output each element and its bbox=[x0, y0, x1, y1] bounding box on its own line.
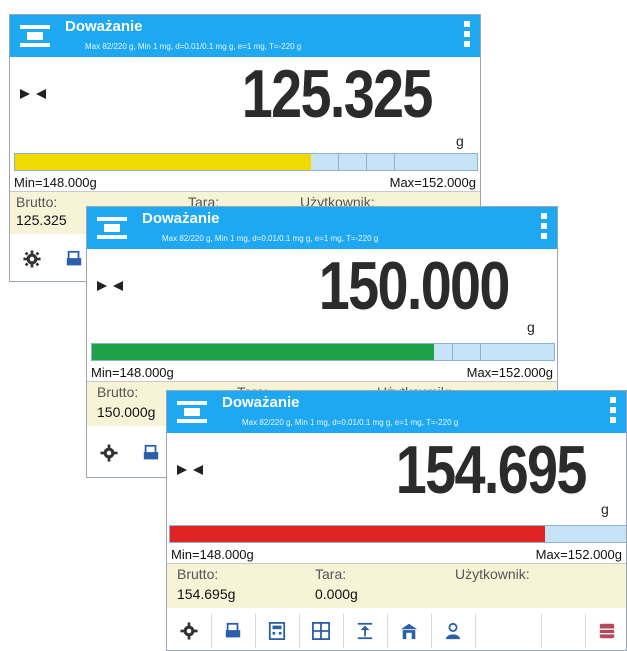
toolbar bbox=[167, 610, 626, 650]
stability-icon bbox=[97, 281, 123, 291]
printer-icon bbox=[143, 444, 159, 460]
title-bar: Doważanie Max 82/220 g, Min 1 mg, d=0.01… bbox=[10, 15, 480, 57]
screen-3: Doważanie Max 82/220 g, Min 1 mg, d=0.01… bbox=[166, 390, 627, 651]
min-label: Min=148.000g bbox=[14, 175, 97, 190]
upload-icon bbox=[357, 622, 373, 640]
menu-icon[interactable] bbox=[541, 213, 547, 243]
info-box: Brutto: 154.695g Tara: 0.000g Użytkownik… bbox=[167, 564, 626, 608]
weight-table-button[interactable] bbox=[303, 614, 339, 648]
limits-row: Min=148.000g Max=152.000g bbox=[87, 363, 557, 382]
stability-icon bbox=[20, 89, 46, 99]
warehouse-icon bbox=[400, 623, 418, 640]
gross-label: Brutto: bbox=[97, 384, 139, 400]
checkweigh-bar bbox=[14, 153, 478, 171]
min-label: Min=148.000g bbox=[171, 547, 254, 562]
calculator-button[interactable] bbox=[259, 614, 295, 648]
max-label: Max=152.000g bbox=[535, 547, 622, 562]
weight-unit: g bbox=[527, 319, 535, 335]
weight-reading: 154.695 bbox=[395, 432, 588, 508]
checkweigh-bar bbox=[91, 343, 555, 361]
printer-icon bbox=[225, 622, 241, 638]
scale-info: Max 82/220 g, Min 1 mg, d=0.01/0.1 mg g,… bbox=[162, 234, 379, 243]
user-button[interactable] bbox=[435, 614, 471, 648]
gross-value: 125.325 bbox=[16, 212, 67, 228]
gross-label: Brutto: bbox=[177, 566, 219, 582]
scale-info: Max 82/220 g, Min 1 mg, d=0.01/0.1 mg g,… bbox=[242, 418, 459, 427]
print-button[interactable] bbox=[215, 614, 251, 648]
gear-icon bbox=[100, 444, 118, 462]
user-icon bbox=[445, 622, 461, 640]
checkweigh-bar bbox=[169, 525, 626, 543]
menu-icon[interactable] bbox=[464, 21, 470, 51]
bar-fill bbox=[170, 526, 545, 542]
bar-fill bbox=[15, 154, 311, 170]
database-icon bbox=[599, 623, 615, 639]
print-button[interactable] bbox=[133, 436, 169, 470]
weighing-logo-icon bbox=[177, 401, 207, 423]
gross-value: 150.000g bbox=[97, 404, 156, 420]
title-bar: Doważanie Max 82/220 g, Min 1 mg, d=0.01… bbox=[87, 207, 557, 249]
weight-reading: 125.325 bbox=[241, 56, 434, 132]
weighing-logo-icon bbox=[97, 217, 127, 239]
upload-button[interactable] bbox=[347, 614, 383, 648]
gear-icon bbox=[23, 250, 41, 268]
weighing-logo-icon bbox=[20, 25, 50, 47]
title: Doważanie bbox=[142, 210, 220, 227]
menu-icon[interactable] bbox=[610, 397, 616, 427]
weight-unit: g bbox=[456, 133, 464, 149]
database-button[interactable] bbox=[589, 614, 625, 648]
scale-info: Max 82/220 g, Min 1 mg, d=0.01/0.1 mg g,… bbox=[85, 42, 302, 51]
title: Doważanie bbox=[222, 394, 300, 411]
settings-button[interactable] bbox=[171, 614, 207, 648]
warehouse-button[interactable] bbox=[391, 614, 427, 648]
settings-button[interactable] bbox=[14, 242, 50, 276]
title: Doważanie bbox=[65, 18, 143, 35]
gross-value: 154.695g bbox=[177, 586, 236, 602]
tare-value: 0.000g bbox=[315, 586, 358, 602]
max-label: Max=152.000g bbox=[389, 175, 476, 190]
printer-icon bbox=[66, 250, 82, 266]
user-label: Użytkownik: bbox=[455, 566, 530, 582]
title-bar: Doważanie Max 82/220 g, Min 1 mg, d=0.01… bbox=[167, 391, 626, 433]
calculator-icon bbox=[268, 622, 286, 640]
limits-row: Min=148.000g Max=152.000g bbox=[167, 545, 626, 564]
stability-icon bbox=[177, 465, 203, 475]
bar-fill bbox=[92, 344, 434, 360]
weight-reading: 150.000 bbox=[318, 248, 511, 324]
weight-unit: g bbox=[601, 501, 609, 517]
tare-label: Tara: bbox=[315, 566, 347, 582]
gross-label: Brutto: bbox=[16, 194, 58, 210]
min-label: Min=148.000g bbox=[91, 365, 174, 380]
max-label: Max=152.000g bbox=[466, 365, 553, 380]
settings-button[interactable] bbox=[91, 436, 127, 470]
gear-icon bbox=[180, 622, 198, 640]
limits-row: Min=148.000g Max=152.000g bbox=[10, 173, 480, 192]
weight-table-icon bbox=[312, 622, 330, 640]
